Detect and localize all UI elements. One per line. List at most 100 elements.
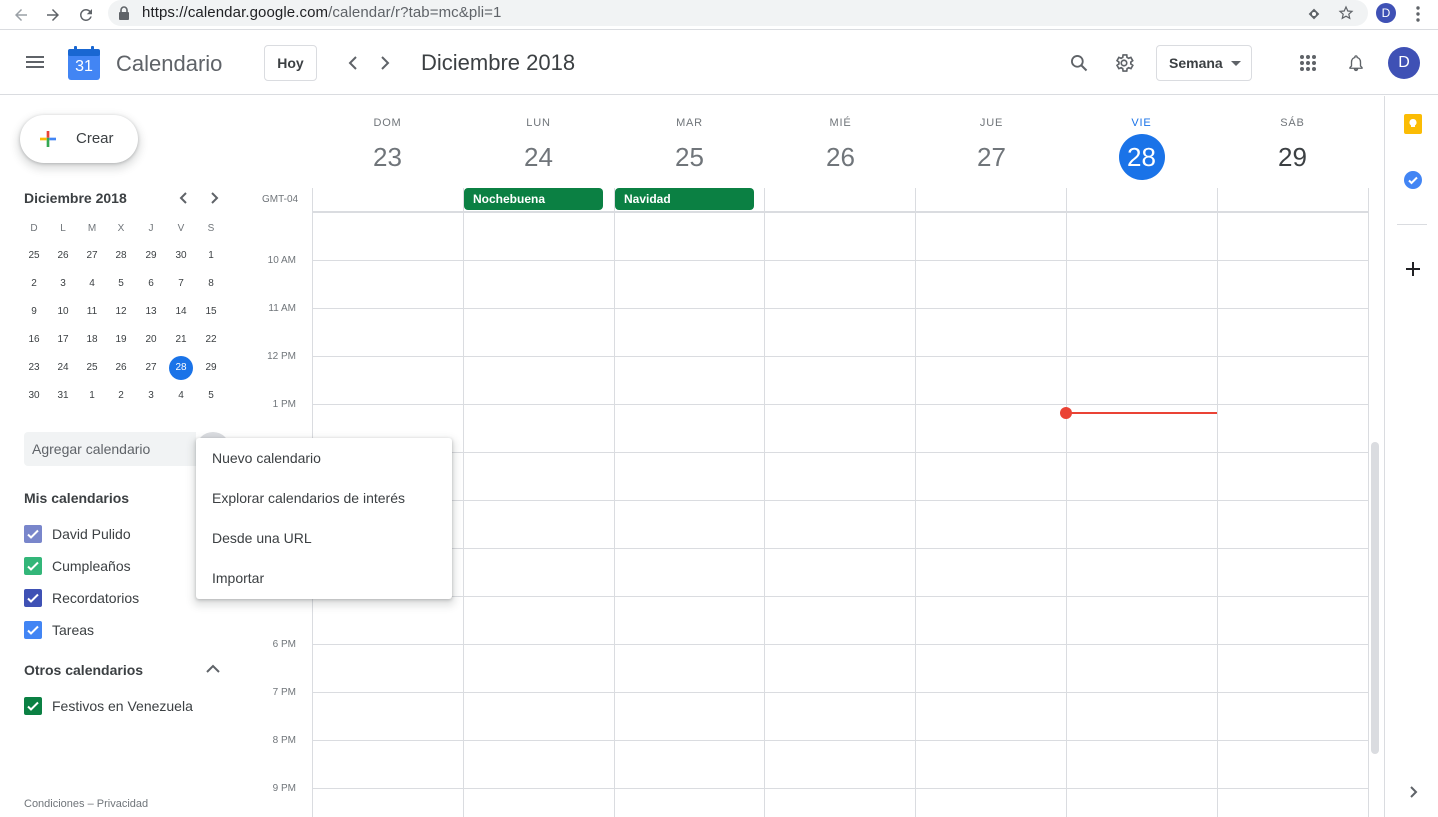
mini-day[interactable]: 13 (139, 300, 163, 324)
mini-day[interactable]: 4 (169, 384, 193, 408)
mini-day[interactable]: 30 (22, 384, 46, 408)
checkbox-checked-icon[interactable] (24, 589, 42, 607)
menu-item[interactable]: Desde una URL (196, 518, 452, 558)
extension-icon[interactable] (1306, 6, 1322, 22)
day-number[interactable]: 27 (969, 134, 1015, 180)
search-icon[interactable] (1065, 49, 1093, 77)
calendar-item[interactable]: Tareas (24, 618, 94, 642)
calendar-item[interactable]: David Pulido (24, 522, 131, 546)
bookmark-star-icon[interactable] (1338, 5, 1354, 21)
checkbox-checked-icon[interactable] (24, 621, 42, 639)
day-number[interactable]: 24 (516, 134, 562, 180)
add-calendar-input[interactable]: Agregar calendario (24, 432, 196, 466)
main-menu-icon[interactable] (26, 53, 44, 71)
menu-item[interactable]: Nuevo calendario (196, 438, 452, 478)
footer-links[interactable]: Condiciones – Privacidad (24, 798, 148, 810)
checkbox-checked-icon[interactable] (24, 697, 42, 715)
checkbox-checked-icon[interactable] (24, 525, 42, 543)
mini-day[interactable]: 24 (51, 356, 75, 380)
all-day-event[interactable]: Navidad (615, 188, 754, 210)
create-button[interactable]: Crear (20, 115, 138, 163)
mini-day[interactable]: 19 (109, 328, 133, 352)
mini-day[interactable]: 1 (80, 384, 104, 408)
mini-day[interactable]: 1 (199, 244, 223, 268)
mini-day[interactable]: 29 (199, 356, 223, 380)
mini-day[interactable]: 14 (169, 300, 193, 324)
mini-day[interactable]: 5 (109, 272, 133, 296)
mini-day[interactable]: 16 (22, 328, 46, 352)
calendar-item[interactable]: Recordatorios (24, 586, 139, 610)
view-selector[interactable]: Semana (1156, 45, 1252, 81)
mini-day[interactable]: 29 (139, 244, 163, 268)
day-number[interactable]: 23 (365, 134, 411, 180)
mini-day[interactable]: 18 (80, 328, 104, 352)
mini-prev-month-chevron-icon[interactable] (174, 188, 194, 208)
next-week-chevron-icon[interactable] (371, 49, 399, 77)
collapse-chevron-up-icon[interactable] (206, 664, 220, 674)
mini-day[interactable]: 15 (199, 300, 223, 324)
mini-day[interactable]: 12 (109, 300, 133, 324)
mini-day[interactable]: 6 (139, 272, 163, 296)
hour-gridline (312, 308, 1368, 309)
day-column-divider (463, 188, 464, 817)
mini-day[interactable]: 10 (51, 300, 75, 324)
reload-icon[interactable] (73, 2, 99, 28)
prev-week-chevron-icon[interactable] (339, 49, 367, 77)
mini-day[interactable]: 9 (22, 300, 46, 324)
side-panel-rail (1384, 96, 1438, 817)
mini-day[interactable]: 26 (109, 356, 133, 380)
calendar-item-label: Festivos en Venezuela (52, 698, 193, 714)
grid-scrollbar[interactable] (1371, 442, 1379, 754)
browser-profile-avatar[interactable]: D (1376, 3, 1396, 23)
all-day-event[interactable]: Nochebuena (464, 188, 603, 210)
mini-day[interactable]: 11 (80, 300, 104, 324)
mini-day[interactable]: 23 (22, 356, 46, 380)
mini-day[interactable]: 17 (51, 328, 75, 352)
apps-grid-icon[interactable] (1294, 49, 1322, 77)
mini-day[interactable]: 22 (199, 328, 223, 352)
mini-day[interactable]: 30 (169, 244, 193, 268)
tasks-check-icon[interactable] (1401, 168, 1425, 192)
mini-day[interactable]: 8 (199, 272, 223, 296)
mini-day[interactable]: 4 (80, 272, 104, 296)
mini-day[interactable]: 2 (109, 384, 133, 408)
mini-day[interactable]: 3 (139, 384, 163, 408)
today-button[interactable]: Hoy (264, 45, 317, 81)
mini-day[interactable]: 21 (169, 328, 193, 352)
mini-day[interactable]: 3 (51, 272, 75, 296)
mini-day[interactable]: 31 (51, 384, 75, 408)
other-calendars-title[interactable]: Otros calendarios (24, 662, 143, 678)
mini-day-selected[interactable]: 28 (169, 356, 193, 380)
mini-day[interactable]: 27 (80, 244, 104, 268)
mini-day[interactable]: 27 (139, 356, 163, 380)
day-number-today[interactable]: 28 (1118, 134, 1165, 180)
account-avatar[interactable]: D (1388, 47, 1420, 79)
calendar-item[interactable]: Cumpleaños (24, 554, 131, 578)
browser-menu-icon[interactable] (1410, 5, 1426, 23)
mini-day[interactable]: 28 (109, 244, 133, 268)
mini-day[interactable]: 26 (51, 244, 75, 268)
forward-arrow-icon[interactable] (40, 2, 66, 28)
calendar-item[interactable]: Festivos en Venezuela (24, 694, 193, 718)
day-column-divider (1217, 188, 1218, 817)
mini-day[interactable]: 2 (22, 272, 46, 296)
menu-item[interactable]: Explorar calendarios de interés (196, 478, 452, 518)
mini-next-month-chevron-icon[interactable] (204, 188, 224, 208)
mini-day[interactable]: 20 (139, 328, 163, 352)
keep-lightbulb-icon[interactable] (1401, 112, 1425, 136)
add-addon-plus-icon[interactable] (1401, 257, 1425, 281)
day-number[interactable]: 25 (667, 134, 713, 180)
my-calendars-title[interactable]: Mis calendarios (24, 490, 129, 506)
menu-item[interactable]: Importar (196, 558, 452, 598)
back-arrow-icon[interactable] (8, 2, 34, 28)
day-number[interactable]: 26 (818, 134, 864, 180)
expand-panel-chevron-icon[interactable] (1401, 780, 1425, 804)
mini-day[interactable]: 25 (80, 356, 104, 380)
mini-day[interactable]: 5 (199, 384, 223, 408)
mini-day[interactable]: 7 (169, 272, 193, 296)
day-number[interactable]: 29 (1270, 134, 1316, 180)
checkbox-checked-icon[interactable] (24, 557, 42, 575)
mini-day[interactable]: 25 (22, 244, 46, 268)
settings-gear-icon[interactable] (1110, 49, 1138, 77)
notifications-bell-icon[interactable] (1342, 49, 1370, 77)
